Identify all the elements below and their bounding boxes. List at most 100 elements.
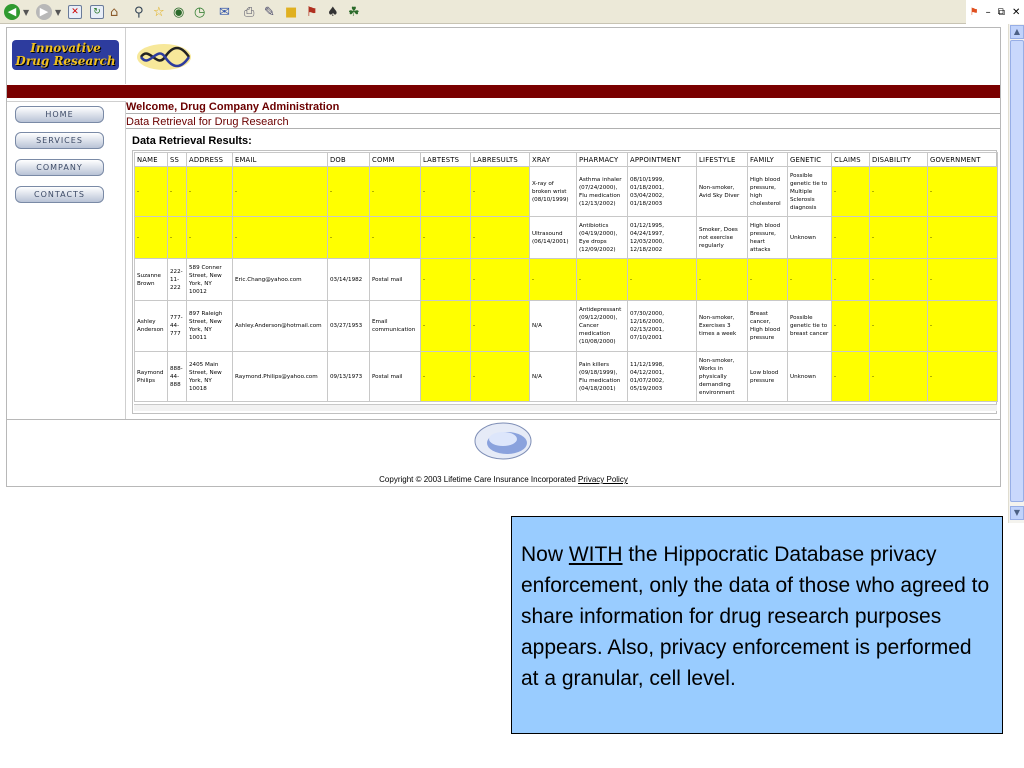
table-cell: N/A — [529, 300, 577, 352]
search-button[interactable]: ⚲ — [134, 3, 144, 21]
refresh-button[interactable]: ↻ — [90, 3, 104, 21]
table-cell: - — [186, 166, 233, 217]
page-subtitle: Data Retrieval for Drug Research — [126, 115, 1000, 129]
nav-home-button[interactable]: HOME — [15, 106, 104, 123]
media-button[interactable]: ◉ — [173, 3, 184, 21]
folder-button[interactable]: ■ — [285, 3, 297, 21]
mail-button[interactable]: ✉ — [219, 3, 230, 21]
table-cell: - — [576, 258, 628, 301]
column-header: APPOINTMENT — [627, 152, 697, 167]
table-cell: Possible genetic tie to Multiple Scleros… — [787, 166, 832, 217]
table-cell: Antibiotics (04/19/2000), Eye drops (12/… — [576, 216, 628, 259]
favorites-button[interactable]: ☆ — [153, 3, 165, 21]
table-cell: - — [927, 166, 998, 217]
column-header: PHARMACY — [576, 152, 628, 167]
table-row: - - - - - - - - X-ray of broken wrist (08/10/199… — [134, 166, 998, 217]
table-cell: - — [831, 351, 870, 402]
table-cell: - — [869, 216, 928, 259]
column-header: SS — [167, 152, 187, 167]
table-cell: - — [927, 351, 998, 402]
print-button[interactable]: ⎙ — [244, 3, 254, 21]
table-cell: 01/12/1995, 04/24/1997, 12/03/2000, 12/1… — [627, 216, 697, 259]
table-cell: Smoker, Does not exercise regularly — [696, 216, 748, 259]
table-cell: Possible genetic tie to breast cancer — [787, 300, 832, 352]
table-row: Raymond Philips 888-44-888 2405 Main Stree… — [134, 351, 998, 402]
search-icon: ⚲ — [134, 4, 144, 20]
home-button[interactable]: ⌂ — [110, 3, 118, 21]
minimize-icon[interactable]: – — [986, 7, 991, 18]
edit-icon: ✎ — [264, 4, 275, 20]
stop-button[interactable]: ✕ — [68, 3, 82, 21]
column-header: GENETIC — [787, 152, 832, 167]
note-emphasis: WITH — [568, 543, 623, 566]
table-cell: - — [420, 351, 471, 402]
stop-icon: ✕ — [68, 5, 82, 19]
table-cell: - — [869, 166, 928, 217]
table-cell: - — [869, 258, 928, 301]
nav-company-button[interactable]: COMPANY — [15, 159, 104, 176]
edit-button[interactable]: ✎ — [264, 3, 275, 21]
sidebar-nav: HOME SERVICES COMPANY CONTACTS — [7, 101, 126, 419]
window-controls: ⚑ – ⧉ ✕ — [966, 0, 1024, 24]
table-cell: - — [529, 258, 577, 301]
table-cell: - — [232, 216, 328, 259]
table-cell: - — [167, 216, 187, 259]
table-cell: Raymond.Philips@yahoo.com — [232, 351, 328, 402]
table-cell: 2405 Main Street, New York, NY 10018 — [186, 351, 233, 402]
table-cell: - — [831, 216, 870, 259]
restore-icon[interactable]: ⧉ — [998, 7, 1005, 18]
table-row: Ashley Anderson 777-44-777 897 Raleigh Str… — [134, 300, 998, 352]
table-cell: - — [420, 166, 471, 217]
table-footer-strip — [134, 404, 997, 411]
privacy-policy-link[interactable]: Privacy Policy — [578, 475, 628, 484]
column-header: FAMILY — [747, 152, 788, 167]
nav-services-button[interactable]: SERVICES — [15, 132, 104, 149]
table-cell: - — [927, 300, 998, 352]
nav-contacts-button[interactable]: CONTACTS — [15, 186, 104, 203]
results-table: NAME SS ADDRESS EMAIL DOB COMM LABTESTS LABRESU… — [134, 152, 998, 402]
research-button[interactable]: ⚑ — [306, 3, 318, 21]
table-cell: 589 Conner Street, New York, NY 10012 — [186, 258, 233, 301]
table-cell: - — [167, 166, 187, 217]
table-cell: High blood pressure, high cholesterol — [747, 166, 788, 217]
back-button[interactable]: ◀ — [4, 3, 20, 21]
table-header-row: NAME SS ADDRESS EMAIL DOB COMM LABTESTS LABRESU… — [134, 152, 998, 167]
discuss-button[interactable]: ☘ — [348, 3, 360, 21]
column-header: GOVERNMENT — [927, 152, 998, 167]
column-header: ADDRESS — [186, 152, 233, 167]
column-header: LIFESTYLE — [696, 152, 748, 167]
table-cell: Unknown — [787, 351, 832, 402]
table-cell: X-ray of broken wrist (08/10/1999) — [529, 166, 577, 217]
company-logo[interactable]: Innovative Drug Research — [12, 40, 119, 70]
note-text-start: Now — [521, 543, 569, 566]
chevron-down-icon[interactable]: ▼ — [55, 8, 61, 17]
table-cell: Raymond Philips — [134, 351, 168, 402]
table-cell: - — [869, 300, 928, 352]
chevron-down-icon[interactable]: ▼ — [23, 8, 29, 17]
table-cell: - — [747, 258, 788, 301]
scroll-down-icon[interactable]: ▼ — [1010, 506, 1024, 520]
home-icon: ⌂ — [110, 4, 119, 20]
results-table-container: NAME SS ADDRESS EMAIL DOB COMM LABTESTS LABRESU… — [132, 150, 998, 414]
scroll-thumb[interactable] — [1010, 40, 1024, 502]
close-icon[interactable]: ✕ — [1012, 7, 1020, 18]
column-header: DOB — [327, 152, 370, 167]
vertical-scrollbar[interactable]: ▲ ▼ — [1008, 24, 1024, 523]
favorites-icon: ☆ — [153, 4, 165, 20]
table-cell: 888-44-888 — [167, 351, 187, 402]
header-bar — [7, 85, 1000, 98]
history-button[interactable]: ◷ — [194, 3, 205, 21]
table-cell: Unknown — [787, 216, 832, 259]
column-header: EMAIL — [232, 152, 328, 167]
messenger-button[interactable]: ♠ — [327, 3, 339, 21]
table-cell: Low blood pressure — [747, 351, 788, 402]
table-cell: Ashley.Anderson@hotmail.com — [232, 300, 328, 352]
table-cell: - — [369, 216, 421, 259]
table-cell: - — [927, 216, 998, 259]
column-header: DISABILITY — [869, 152, 928, 167]
forward-button[interactable]: ▶ — [36, 3, 52, 21]
table-cell: - — [232, 166, 328, 217]
column-header: LABRESULTS — [470, 152, 530, 167]
scroll-up-icon[interactable]: ▲ — [1010, 25, 1024, 39]
table-cell: 09/13/1973 — [327, 351, 370, 402]
